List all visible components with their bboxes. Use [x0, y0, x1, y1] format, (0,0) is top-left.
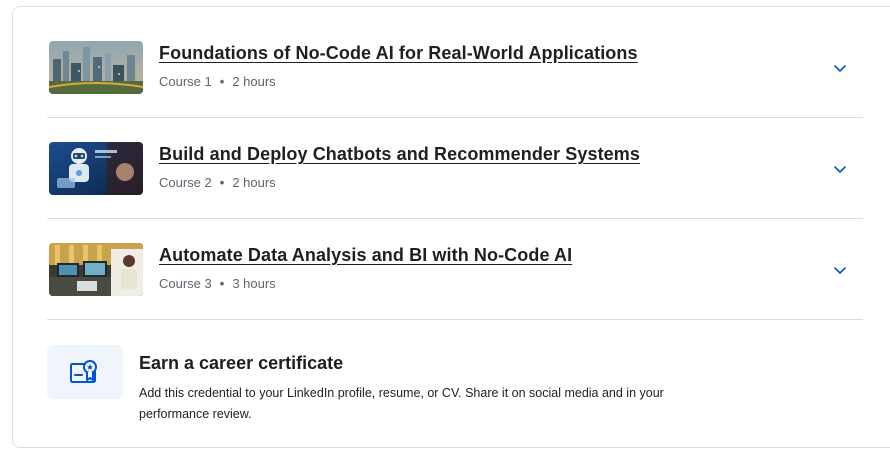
career-certificate-section: Earn a career certificate Add this crede… [47, 337, 863, 427]
meta-separator: • [219, 276, 225, 291]
chevron-down-icon[interactable] [833, 164, 847, 174]
course-title[interactable]: Automate Data Analysis and BI with No-Co… [159, 245, 572, 266]
certificate-icon-box [47, 345, 123, 399]
course-meta: Course 1 • 2 hours [159, 74, 276, 89]
certificate-icon [70, 360, 97, 383]
course-meta: Course 3 • 3 hours [159, 276, 276, 291]
course-duration: 3 hours [232, 276, 276, 291]
course-item-2[interactable]: Build and Deploy Chatbots and Recommende… [47, 118, 863, 218]
certificate-title: Earn a career certificate [139, 353, 344, 373]
course-number: Course 1 [159, 74, 212, 89]
certificate-description: Add this credential to your LinkedIn pro… [139, 386, 664, 421]
course-duration: 2 hours [232, 175, 276, 190]
course-meta: Course 2 • 2 hours [159, 175, 276, 190]
divider [47, 319, 863, 320]
course-duration: 2 hours [232, 74, 276, 89]
chevron-down-icon[interactable] [833, 265, 847, 275]
course-item-1[interactable]: Foundations of No-Code AI for Real-World… [47, 17, 863, 117]
meta-separator: • [219, 74, 225, 89]
course-title[interactable]: Foundations of No-Code AI for Real-World… [159, 43, 638, 64]
robot-chatbot-thumbnail [49, 142, 143, 195]
course-number: Course 3 [159, 276, 212, 291]
course-title[interactable]: Build and Deploy Chatbots and Recommende… [159, 144, 640, 165]
meta-separator: • [219, 175, 225, 190]
office-dashboard-thumbnail [49, 243, 143, 296]
city-skyline-thumbnail [49, 41, 143, 94]
course-number: Course 2 [159, 175, 212, 190]
course-list-card: Foundations of No-Code AI for Real-World… [12, 6, 890, 448]
course-item-3[interactable]: Automate Data Analysis and BI with No-Co… [47, 219, 863, 319]
chevron-down-icon[interactable] [833, 63, 847, 73]
